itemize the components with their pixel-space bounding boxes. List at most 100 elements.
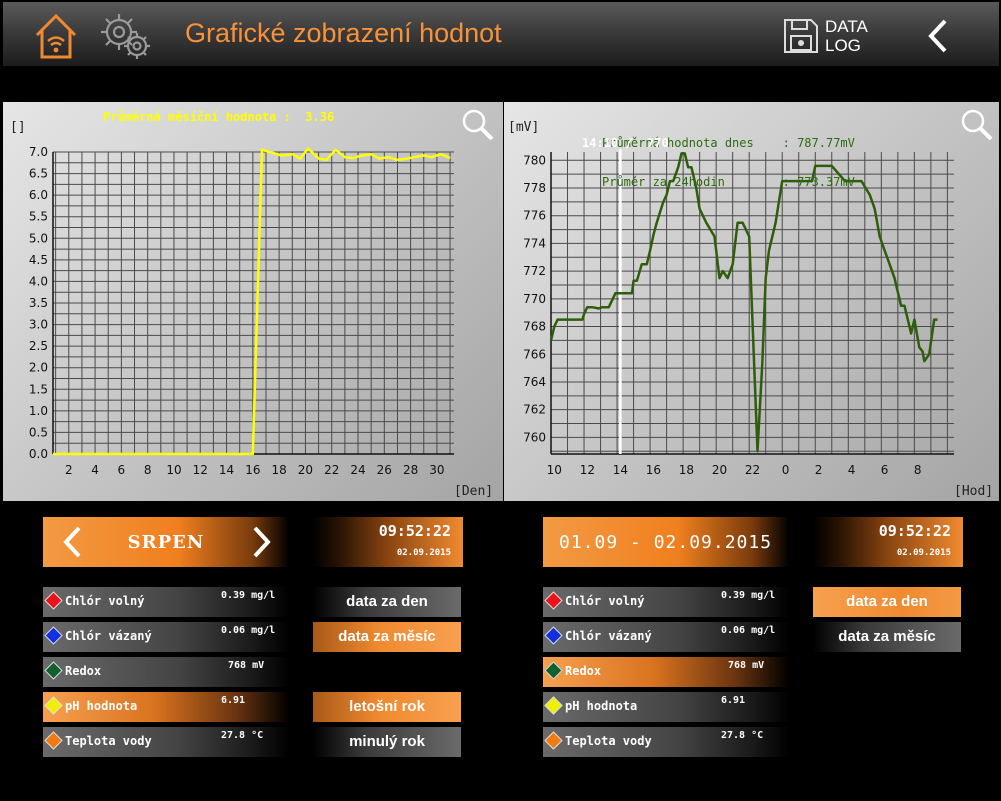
- right-sensor-ph[interactable]: pH hodnota 6.91: [543, 692, 789, 722]
- sensor-name: Redox: [65, 664, 102, 678]
- left-x-tick-label: 10: [166, 463, 181, 477]
- gear-icon[interactable]: [95, 10, 155, 62]
- right-data-za-mesic-button[interactable]: data za měsíc: [813, 622, 961, 652]
- red-diamond-icon: [544, 591, 563, 610]
- left-clock-date: 02.09.2015: [396, 548, 451, 558]
- date-range-bar: 01.09 - 02.09.2015: [543, 517, 789, 567]
- right-x-tick-label: 6: [881, 463, 889, 477]
- left-sensor-chlor-volny[interactable]: Chlór volný 0.39 mg/l: [43, 587, 289, 617]
- datalog-label-line1: DATA: [825, 17, 868, 36]
- left-y-tick-label: 1.5: [29, 382, 48, 396]
- sensor-value: 0.06 mg/l: [221, 625, 276, 636]
- green-diamond-icon: [44, 661, 63, 680]
- right-y-tick-label: 772: [523, 264, 546, 278]
- left-x-unit: [Den]: [454, 484, 494, 499]
- left-y-tick-label: 6.5: [29, 167, 48, 181]
- daily-chart-panel: 760 762 764 766 768 770 772 774 776 778 780 10 12 14 1…: [504, 102, 999, 501]
- right-clock-time: 09:52:22: [878, 522, 951, 540]
- right-x-tick-label: 0: [782, 463, 790, 477]
- left-data-za-mesic-button[interactable]: data za měsíc: [313, 622, 461, 652]
- sensor-name: Chlór vázaný: [65, 629, 152, 643]
- right-y-tick-label: 774: [523, 236, 546, 250]
- left-data-za-den-button[interactable]: data za den: [313, 587, 461, 617]
- floppy-disk-icon: [784, 19, 818, 53]
- right-y-tick-label: 778: [523, 181, 546, 195]
- left-x-tick-label: 8: [144, 463, 152, 477]
- left-y-tick-label: 1.0: [29, 404, 48, 418]
- minuly-rok-button[interactable]: minulý rok: [313, 727, 461, 757]
- red-diamond-icon: [44, 591, 63, 610]
- sensor-value: 6.91: [221, 695, 246, 706]
- right-data-za-den-button[interactable]: data za den: [813, 587, 961, 617]
- left-series-line: [53, 147, 451, 456]
- sensor-name: Redox: [565, 664, 602, 678]
- left-x-tick-label: 16: [245, 463, 260, 477]
- sensor-value: 0.39 mg/l: [221, 590, 276, 601]
- right-x-tick-label: 2: [815, 463, 823, 477]
- right-sensor-chlor-vazany[interactable]: Chlór vázaný 0.06 mg/l: [543, 622, 789, 652]
- right-clock-date: 02.09.2015: [896, 548, 951, 558]
- sensor-name: pH hodnota: [565, 699, 638, 713]
- page-title: Grafické zobrazení hodnot: [185, 18, 502, 48]
- zoom-icon-right[interactable]: [960, 108, 994, 142]
- datalog-button[interactable]: DATA LOG: [783, 16, 879, 56]
- right-y-tick-label: 764: [523, 375, 546, 389]
- left-x-tick-label: 24: [350, 463, 365, 477]
- left-sensor-teplota[interactable]: Teplota vody 27.8 °C: [43, 727, 289, 757]
- right-clock: 09:52:22 02.09.2015: [813, 517, 963, 567]
- right-y-tick-label: 762: [523, 403, 546, 417]
- right-x-tick-label: 8: [914, 463, 922, 477]
- orange-diamond-icon: [544, 731, 563, 750]
- left-y-tick-label: 4.0: [29, 274, 48, 288]
- home-wifi-icon[interactable]: [33, 11, 79, 61]
- back-arrow-icon[interactable]: [921, 16, 955, 56]
- right-sensor-teplota[interactable]: Teplota vody 27.8 °C: [543, 727, 789, 757]
- blue-diamond-icon: [44, 626, 63, 645]
- monthly-average: Průměrná měsíční hodnota : 3.36: [103, 110, 335, 124]
- sensor-name: Teplota vody: [565, 734, 652, 748]
- left-y-unit: []: [10, 120, 26, 135]
- sensor-value: 768 mV: [728, 660, 765, 671]
- left-sensor-redox[interactable]: Redox 768 mV: [43, 657, 289, 687]
- blue-diamond-icon: [544, 626, 563, 645]
- next-month-arrow-icon[interactable]: [247, 525, 275, 559]
- right-y-unit: [mV]: [508, 120, 540, 135]
- monthly-chart: 0.0 0.5 1.0 1.5 2.0 2.5 3.0 3.5 4.0 4.5 5.0 5.5 6.0 6…: [29, 145, 454, 477]
- right-sensor-chlor-volny[interactable]: Chlór volný 0.39 mg/l: [543, 587, 789, 617]
- right-x-tick-label: 12: [580, 463, 595, 477]
- header-bar: Grafické zobrazení hodnot DATA LOG: [3, 2, 999, 66]
- left-sensor-ph[interactable]: pH hodnota 6.91: [43, 692, 289, 722]
- right-y-tick-label: 780: [523, 153, 546, 167]
- right-x-tick-label: 10: [547, 463, 562, 477]
- right-y-tick-label: 776: [523, 209, 546, 223]
- right-y-tick-label: 768: [523, 320, 546, 334]
- datalog-label-line2: LOG: [825, 36, 861, 55]
- right-x-tick-label: 18: [679, 463, 694, 477]
- right-x-unit: [Hod]: [954, 484, 994, 499]
- sensor-value: 0.06 mg/l: [721, 625, 776, 636]
- sensor-value: 768 mV: [228, 660, 265, 671]
- datalog-label: DATA LOG: [825, 17, 868, 55]
- right-x-tick-label: 14: [613, 463, 628, 477]
- left-y-tick-label: 3.0: [29, 318, 48, 332]
- letosni-rok-button[interactable]: letošní rok: [313, 692, 461, 722]
- left-x-tick-label: 30: [429, 463, 444, 477]
- right-sensor-redox[interactable]: Redox 768 mV: [543, 657, 789, 687]
- left-y-tick-label: 5.0: [29, 231, 48, 245]
- left-y-tick-label: 4.5: [29, 253, 48, 267]
- sensor-value: 27.8 °C: [221, 730, 264, 741]
- left-sensor-chlor-vazany[interactable]: Chlór vázaný 0.06 mg/l: [43, 622, 289, 652]
- right-x-tick-label: 4: [848, 463, 856, 477]
- orange-diamond-icon: [44, 731, 63, 750]
- zoom-icon-left[interactable]: [461, 108, 495, 142]
- left-y-tick-label: 3.5: [29, 296, 48, 310]
- left-x-tick-label: 22: [324, 463, 339, 477]
- left-x-tick-label: 14: [219, 463, 234, 477]
- left-y-tick-label: 2.0: [29, 361, 48, 375]
- left-y-tick-label: 7.0: [29, 145, 48, 159]
- left-x-tick-label: 18: [271, 463, 286, 477]
- right-y-tick-label: 760: [523, 430, 546, 444]
- sensor-name: Teplota vody: [65, 734, 152, 748]
- sensor-name: Chlór volný: [565, 594, 645, 608]
- left-clock-time: 09:52:22: [378, 522, 451, 540]
